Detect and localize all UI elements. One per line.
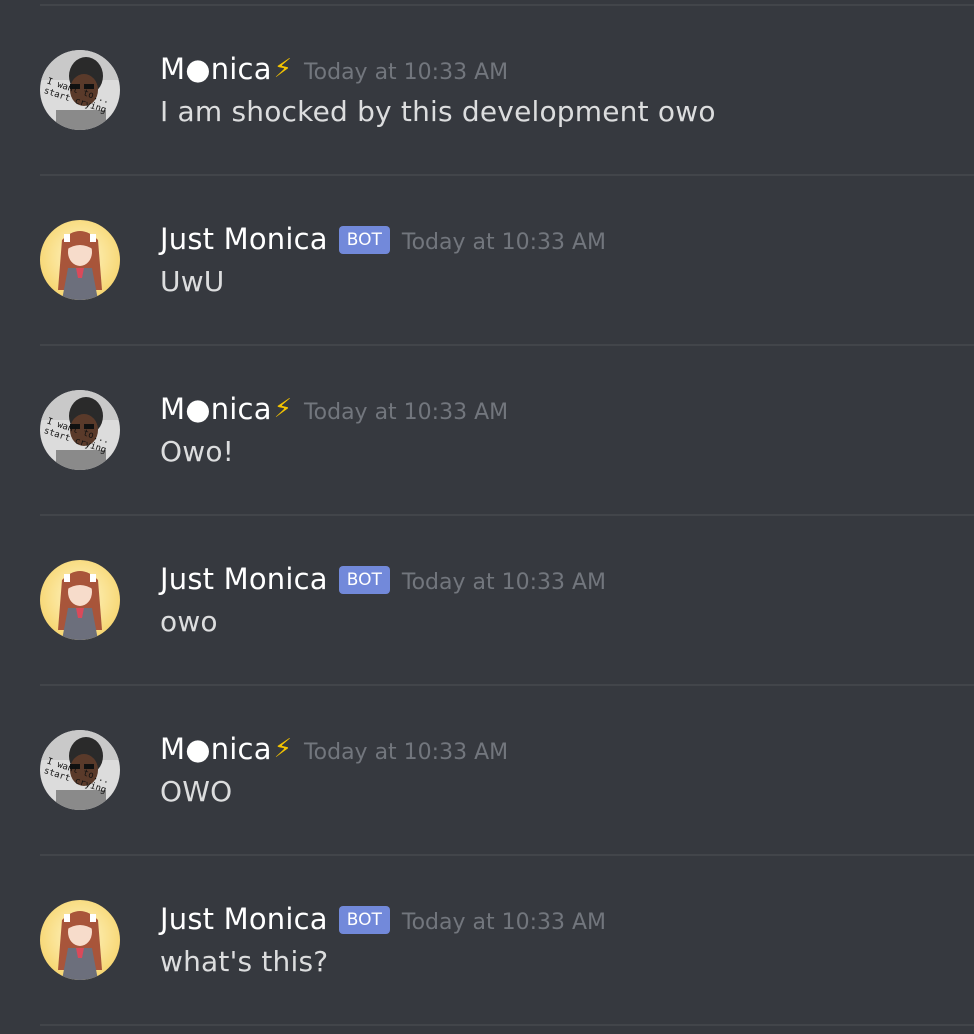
bot-avatar[interactable] [40, 220, 120, 300]
timestamp: Today at 10:33 AM [401, 229, 607, 255]
user-avatar[interactable]: I want to... start crying [40, 730, 120, 810]
message-header: Just Monica BOT Today at 10:33 AM [160, 899, 606, 939]
timestamp: Today at 10:33 AM [303, 399, 509, 425]
username[interactable]: Just Monica [160, 902, 328, 936]
lightning-icon: ⚡ [273, 394, 292, 424]
message-divider [40, 1024, 974, 1026]
message-item: I want to... start crying M●nica ⚡ Today… [0, 5, 974, 175]
message-content: owo [160, 605, 218, 638]
message-header: M●nica ⚡ Today at 10:33 AM [160, 389, 508, 429]
message-item: Just Monica BOT Today at 10:33 AM what's… [0, 855, 974, 1025]
user-avatar[interactable]: I want to... start crying [40, 50, 120, 130]
bot-badge: BOT [338, 226, 390, 254]
timestamp: Today at 10:33 AM [401, 569, 607, 595]
message-header: M●nica ⚡ Today at 10:33 AM [160, 729, 508, 769]
message-item: I want to... start crying M●nica ⚡ Today… [0, 345, 974, 515]
message-item: Just Monica BOT Today at 10:33 AM UwU [0, 175, 974, 345]
bot-avatar[interactable] [40, 560, 120, 640]
bot-avatar[interactable] [40, 900, 120, 980]
message-content: I am shocked by this development owo [160, 95, 716, 128]
message-content: Owo! [160, 435, 235, 468]
timestamp: Today at 10:33 AM [401, 909, 607, 935]
bot-badge: BOT [338, 566, 390, 594]
username[interactable]: Just Monica [160, 222, 328, 256]
bot-badge: BOT [338, 906, 390, 934]
message-item: I want to... start crying M●nica ⚡ Today… [0, 685, 974, 855]
message-header: Just Monica BOT Today at 10:33 AM [160, 559, 606, 599]
message-content: what's this? [160, 945, 329, 978]
username[interactable]: Just Monica [160, 562, 328, 596]
message-item: Just Monica BOT Today at 10:33 AM owo [0, 515, 974, 685]
username[interactable]: M●nica [160, 732, 272, 766]
user-avatar[interactable]: I want to... start crying [40, 390, 120, 470]
message-header: M●nica ⚡ Today at 10:33 AM [160, 49, 508, 89]
timestamp: Today at 10:33 AM [303, 59, 509, 85]
timestamp: Today at 10:33 AM [303, 739, 509, 765]
lightning-icon: ⚡ [273, 734, 292, 764]
message-header: Just Monica BOT Today at 10:33 AM [160, 219, 606, 259]
message-content: UwU [160, 265, 225, 298]
message-content: OWO [160, 775, 233, 808]
username[interactable]: M●nica [160, 52, 272, 86]
username[interactable]: M●nica [160, 392, 272, 426]
message-list: I want to... start crying M●nica ⚡ Today… [0, 0, 974, 1034]
lightning-icon: ⚡ [273, 54, 292, 84]
